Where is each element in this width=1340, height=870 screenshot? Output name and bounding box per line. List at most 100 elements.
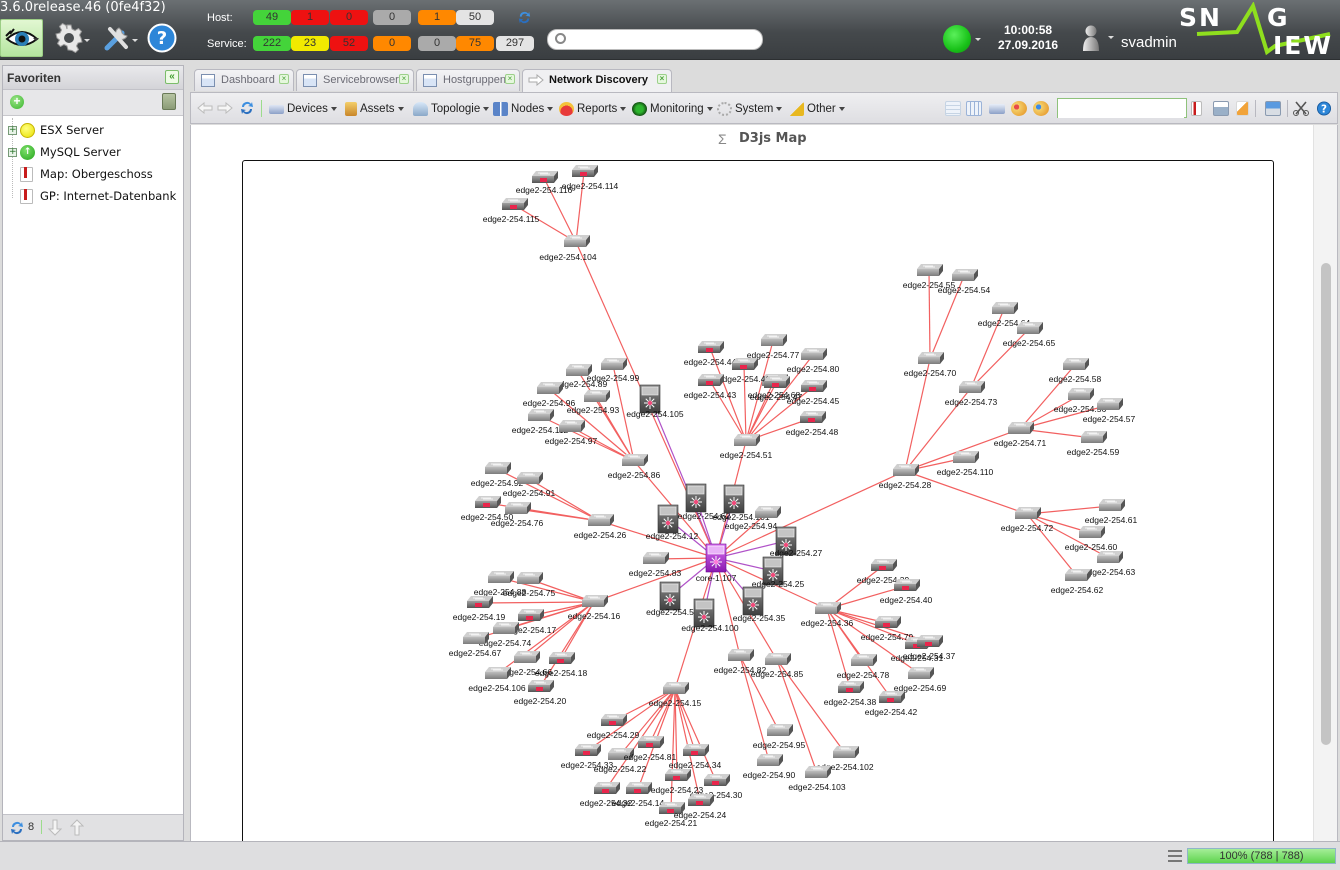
switch-node[interactable]: edge2-254.44 (684, 341, 737, 367)
switch-node[interactable]: edge2-254.70 (904, 352, 957, 378)
chassis-switch-node[interactable]: edge2-254.105 (626, 384, 684, 419)
switch-node[interactable]: edge2-254.69 (894, 667, 947, 693)
host-count-badge[interactable]: 0 (373, 10, 411, 25)
global-search[interactable] (547, 29, 763, 50)
refresh-icon[interactable] (9, 820, 25, 836)
switch-node[interactable]: edge2-254.90 (743, 754, 796, 780)
switch-node[interactable]: edge2-254.71 (994, 422, 1047, 448)
service-count-badge[interactable]: 297 (496, 36, 534, 51)
service-count-badge[interactable]: 52 (330, 36, 368, 51)
grid-view-icon[interactable] (945, 101, 961, 116)
close-icon[interactable]: × (279, 74, 289, 84)
sidebar-item-mysql-server[interactable]: + ↑ MySQL Server (3, 142, 183, 162)
switch-node[interactable]: edge2-254.78 (837, 654, 890, 680)
device-icon[interactable] (989, 104, 1005, 114)
toolbar-search[interactable] (1057, 98, 1187, 118)
scrollbar-thumb[interactable] (1321, 263, 1331, 745)
chassis-switch-node[interactable]: edge2-254.27 (770, 526, 823, 558)
switch-node[interactable]: edge2-254.18 (535, 652, 588, 678)
trash-icon[interactable] (162, 93, 176, 110)
vertical-scrollbar[interactable] (1313, 125, 1337, 841)
expand-icon[interactable]: + (8, 125, 17, 135)
tab-hostgruppen[interactable]: Hostgruppen × (416, 69, 520, 91)
export-icon[interactable] (1236, 101, 1249, 116)
switch-node[interactable]: edge2-254.58 (1049, 358, 1102, 384)
expand-icon[interactable]: + (8, 147, 17, 157)
chassis-switch-node[interactable]: edge2-254.35 (733, 586, 786, 623)
menu-devices[interactable]: Devices (269, 101, 337, 117)
sidebar-item-gp-internet-datenbank[interactable]: GP: Internet-Datenbank (3, 186, 183, 206)
scissors-icon[interactable] (1293, 101, 1309, 116)
user-avatar-icon[interactable] (1080, 24, 1102, 52)
username[interactable]: svadmin (1121, 34, 1177, 51)
help-icon[interactable]: ? (1316, 101, 1332, 116)
switch-node[interactable]: edge2-254.61 (1085, 499, 1138, 525)
help-button[interactable]: ? (145, 19, 179, 57)
switch-node[interactable]: edge2-254.19 (453, 596, 506, 622)
switch-node[interactable]: edge2-254.110 (937, 451, 994, 477)
service-count-badge[interactable]: 75 (456, 36, 494, 51)
forward-arrow-icon[interactable] (217, 102, 233, 114)
close-icon[interactable]: × (505, 74, 515, 84)
switch-node[interactable]: edge2-254.115 (483, 198, 540, 224)
menu-topologie[interactable]: Topologie (413, 101, 490, 117)
tools-menu-button[interactable] (96, 19, 138, 57)
switch-node[interactable]: edge2-254.29 (587, 714, 640, 740)
network-map[interactable]: core-1.107 edge2-254.12 edge2-254.62 edge2-… (242, 160, 1274, 841)
add-favorite-icon[interactable]: + (10, 95, 24, 109)
switch-node[interactable]: edge2-254.77 (747, 334, 800, 360)
service-count-badge[interactable]: 222 (253, 36, 291, 51)
switch-node[interactable]: edge2-254.38 (824, 681, 877, 707)
refresh-icon[interactable] (239, 100, 255, 116)
menu-other[interactable]: Other (789, 101, 845, 117)
network-graph[interactable]: core-1.107 edge2-254.12 edge2-254.62 edge2-… (243, 161, 1274, 841)
service-count-badge[interactable]: 23 (291, 36, 329, 51)
menu-monitoring[interactable]: Monitoring (632, 101, 713, 117)
palette-icon[interactable] (1011, 101, 1027, 116)
host-count-badge[interactable]: 1 (418, 10, 456, 25)
table-view-icon[interactable] (966, 101, 982, 116)
switch-node[interactable]: edge2-254.56 (1054, 388, 1107, 414)
print-icon[interactable] (1213, 101, 1229, 116)
close-icon[interactable]: × (657, 74, 667, 84)
service-count-badge[interactable]: 0 (418, 36, 456, 51)
switch-node[interactable]: edge2-254.95 (753, 724, 806, 750)
tab-servicebrowser[interactable]: Servicebrowser × (296, 69, 414, 91)
sidebar-item-map-obergeschoss[interactable]: Map: Obergeschoss (3, 164, 183, 184)
overall-status-indicator[interactable] (943, 25, 971, 53)
menu-system[interactable]: System (717, 101, 783, 117)
refresh-icon[interactable] (517, 10, 532, 25)
arrow-up-icon[interactable] (70, 819, 84, 836)
switch-node[interactable]: edge2-254.92 (471, 462, 524, 488)
global-search-input[interactable] (572, 32, 757, 47)
tab-dashboard[interactable]: Dashboard × (194, 69, 294, 91)
download-icon[interactable] (1265, 101, 1281, 116)
sidebar-item-esx-server[interactable]: + ESX Server (3, 120, 183, 140)
back-arrow-icon[interactable] (197, 102, 213, 114)
service-count-badge[interactable]: 0 (373, 36, 411, 51)
switch-node[interactable]: edge2-254.114 (562, 165, 619, 191)
switch-node[interactable]: edge2-254.86 (608, 454, 661, 480)
chevron-down-icon[interactable] (1108, 36, 1114, 39)
toolbar-search-input[interactable] (1058, 100, 1184, 118)
switch-node[interactable]: edge2-254.104 (539, 235, 597, 262)
switch-node[interactable]: edge2-254.73 (945, 381, 998, 407)
menu-nodes[interactable]: Nodes (493, 101, 554, 117)
switch-node[interactable]: edge2-254.83 (629, 552, 682, 578)
list-icon[interactable] (1168, 850, 1182, 862)
palette-icon[interactable] (1033, 101, 1049, 116)
host-count-badge[interactable]: 50 (456, 10, 494, 25)
chassis-switch-node[interactable]: edge2-254.25 (752, 556, 805, 589)
host-count-badge[interactable]: 0 (330, 10, 368, 25)
chevron-down-icon[interactable] (975, 38, 981, 41)
bookmark-icon[interactable] (1191, 101, 1202, 116)
close-icon[interactable]: × (399, 74, 409, 84)
switch-node[interactable]: edge2-254.51 (720, 434, 773, 460)
tab-network-discovery[interactable]: Network Discovery × (522, 69, 672, 92)
switch-node[interactable]: edge2-254.59 (1067, 431, 1120, 457)
settings-menu-button[interactable] (48, 19, 90, 57)
chassis-switch-node[interactable]: edge2-254.5 (646, 581, 694, 617)
menu-reports[interactable]: Reports (559, 101, 627, 117)
host-count-badge[interactable]: 49 (253, 10, 291, 25)
menu-assets[interactable]: Assets (345, 101, 404, 117)
